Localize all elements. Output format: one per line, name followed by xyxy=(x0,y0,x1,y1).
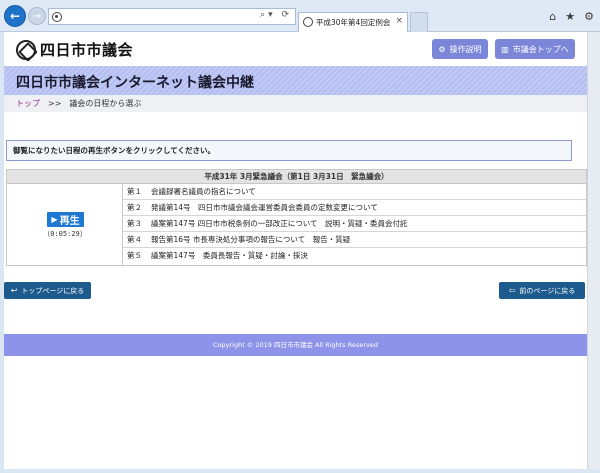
star-icon[interactable]: ★ xyxy=(565,10,575,23)
page-title: 四日市市議会インターネット議会中継 xyxy=(16,75,254,91)
gear-icon[interactable]: ⚙ xyxy=(584,10,594,23)
help-button[interactable]: ⚙ 操作説明 xyxy=(432,39,488,59)
gear-icon: ⚙ xyxy=(438,44,446,54)
previous-page-label: 前のページに戻る xyxy=(519,286,576,295)
site-footer: Copyright © 2019 四日市市議会 All Rights Reser… xyxy=(4,334,587,356)
page-banner: 四日市市議会インターネット議会中継 xyxy=(4,66,587,95)
previous-page-button[interactable]: ⇦ 前のページに戻る xyxy=(499,282,585,299)
agenda-item-number: 第５ xyxy=(127,251,142,260)
logo-text: 四日市市議会 xyxy=(40,41,134,59)
play-button[interactable]: ▶ 再生 xyxy=(47,212,84,227)
browser-chrome: ← → ⌕▾ ⟳ 平成30年第4回定例会（第… × ⌂ ★ ⚙ xyxy=(0,0,600,32)
agenda-item-number: 第２ xyxy=(127,203,142,212)
session-table: 平成31年 3月緊急議会（第1日 3月31日 緊急議会） ▶ 再生 （0:05:… xyxy=(6,169,587,266)
close-icon[interactable]: × xyxy=(395,16,403,26)
agenda-item: 第３ 議案第147号 四日市市税条例の一部改正について 説明・質疑・委員会付託 xyxy=(123,216,586,232)
agenda-item-text: 会議録署名議員の指名について xyxy=(151,187,256,196)
address-bar[interactable]: ⌕▾ ⟳ xyxy=(48,8,296,25)
breadcrumb-home-link[interactable]: トップ xyxy=(16,98,40,109)
tab-title: 平成30年第4回定例会（第… xyxy=(316,18,392,27)
building-icon: ▥ xyxy=(501,44,509,54)
agenda-item: 第５ 議案第147号 委員長報告・質疑・討論・採決 xyxy=(123,248,586,264)
session-body: ▶ 再生 （0:05:29） 第１ 会議録署名議員の指名について 第２ 発議第14号… xyxy=(7,184,586,265)
agenda-item-text: 議案第147号 四日市市税条例の一部改正について 説明・質疑・委員会付託 xyxy=(151,219,408,228)
tab-favicon-icon xyxy=(303,17,313,27)
session-title: 平成31年 3月緊急議会（第1日 3月31日 緊急議会） xyxy=(7,170,586,184)
agenda-list: 第１ 会議録署名議員の指名について 第２ 発議第14号 四日市市議会議会運営委員会委… xyxy=(123,184,586,265)
back-arrow-icon[interactable]: ← xyxy=(4,5,26,27)
copyright-text: Copyright © 2019 四日市市議会 All Rights Reser… xyxy=(212,341,378,349)
browser-toolbar-icons: ⌂ ★ ⚙ xyxy=(549,10,594,23)
agenda-item-text: 報告第16号 市長専決処分事項の報告について 報告・質疑 xyxy=(151,235,351,244)
home-icon[interactable]: ⌂ xyxy=(549,10,556,23)
play-icon: ▶ xyxy=(51,215,58,224)
new-tab-button[interactable] xyxy=(410,12,428,32)
browser-tab[interactable]: 平成30年第4回定例会（第… × xyxy=(298,12,408,32)
breadcrumb-current: 議会の日程から選ぶ xyxy=(69,99,142,108)
video-duration: （0:05:29） xyxy=(43,230,87,238)
agenda-item-number: 第３ xyxy=(127,219,142,228)
vertical-scrollbar[interactable] xyxy=(587,32,600,469)
instruction-text: 御覧になりたい日程の再生ボタンをクリックしてください。 xyxy=(6,140,572,161)
breadcrumb-separator: >> xyxy=(48,99,62,108)
breadcrumb: トップ >> 議会の日程から選ぶ xyxy=(4,95,587,112)
return-arrow-icon: ↩ xyxy=(10,286,18,295)
site-logo[interactable]: 四日市市議会 xyxy=(16,39,133,60)
forward-arrow-icon[interactable]: → xyxy=(28,7,46,25)
site-favicon-icon xyxy=(52,12,62,22)
agenda-item: 第１ 会議録署名議員の指名について xyxy=(123,184,586,200)
back-to-top-label: トップページに戻る xyxy=(21,286,85,295)
site-header: 四日市市議会 ⚙ 操作説明 ▥ 市議会トップへ xyxy=(4,32,587,66)
page-viewport: 四日市市議会 ⚙ 操作説明 ▥ 市議会トップへ 四日市市議会インターネット議会中… xyxy=(4,32,587,469)
agenda-item-number: 第１ xyxy=(127,187,142,196)
agenda-item-number: 第４ xyxy=(127,235,142,244)
help-button-label: 操作説明 xyxy=(449,44,482,54)
play-button-label: 再生 xyxy=(59,216,80,227)
council-top-button-label: 市議会トップへ xyxy=(512,44,569,54)
address-tools-icons[interactable]: ⌕▾ ⟳ xyxy=(260,10,292,20)
agenda-item: 第２ 発議第14号 四日市市議会議会運営委員会委員の定数変更について xyxy=(123,200,586,216)
agenda-item-text: 発議第14号 四日市市議会議会運営委員会委員の定数変更について xyxy=(151,203,378,212)
play-cell: ▶ 再生 （0:05:29） xyxy=(7,184,123,265)
agenda-item-text: 議案第147号 委員長報告・質疑・討論・採決 xyxy=(151,251,308,260)
city-emblem-icon xyxy=(16,39,36,60)
council-top-button[interactable]: ▥ 市議会トップへ xyxy=(495,39,575,59)
agenda-item: 第４ 報告第16号 市長専決処分事項の報告について 報告・質疑 xyxy=(123,232,586,248)
left-arrow-icon: ⇦ xyxy=(508,286,516,295)
back-to-top-button[interactable]: ↩ トップページに戻る xyxy=(4,282,91,299)
